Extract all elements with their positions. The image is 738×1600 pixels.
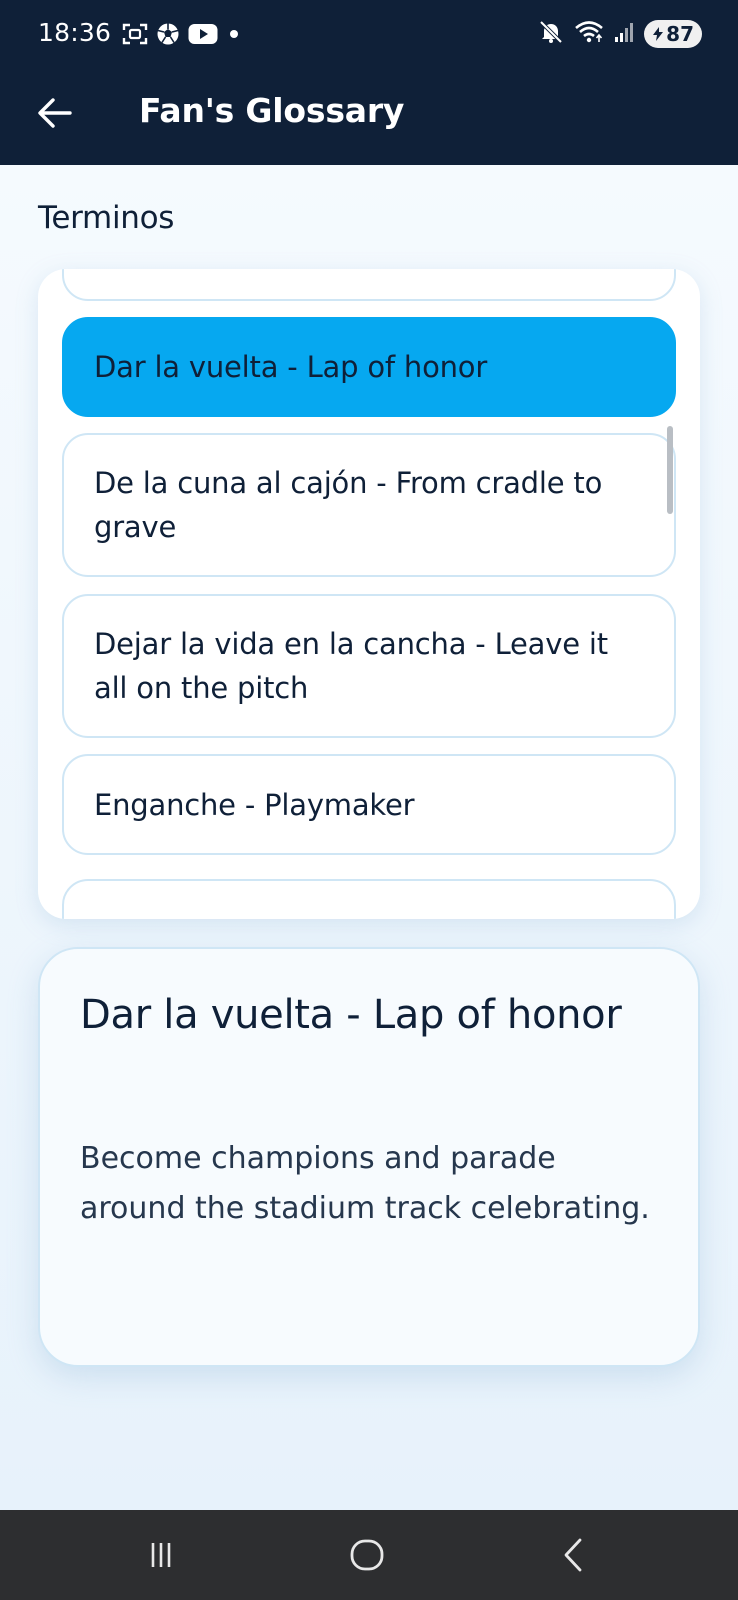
- term-label: Dar la vuelta - Lap of honor: [94, 350, 488, 384]
- page-title: Fan's Glossary: [139, 91, 405, 130]
- detail-title: Dar la vuelta - Lap of honor: [80, 992, 622, 1038]
- status-icons-left: [122, 21, 242, 51]
- term-item[interactable]: Enganche - Playmaker: [62, 754, 676, 855]
- status-time: 18:36: [38, 18, 112, 47]
- recents-button[interactable]: [131, 1525, 191, 1585]
- section-title: Terminos: [38, 200, 175, 236]
- term-label: Enganche - Playmaker: [94, 787, 415, 822]
- main-content: Terminos Dar la vuelta - Lap of honor De…: [0, 165, 738, 1510]
- term-item-partial-bottom[interactable]: [62, 879, 676, 919]
- term-item-selected[interactable]: Dar la vuelta - Lap of honor: [62, 317, 676, 417]
- arrow-left-icon: [38, 98, 72, 128]
- wifi-icon: [574, 20, 604, 48]
- back-icon: [564, 1538, 582, 1572]
- term-item-partial-top[interactable]: [62, 269, 676, 301]
- notification-dot-icon: [226, 26, 242, 46]
- app-bar: Fan's Glossary: [0, 78, 738, 148]
- term-item[interactable]: Dejar la vida en la cancha - Leave it al…: [62, 594, 676, 738]
- battery-icon: 87: [644, 20, 702, 48]
- recents-icon: [151, 1543, 171, 1567]
- term-detail-card: Dar la vuelta - Lap of honor Become cham…: [38, 947, 700, 1367]
- signal-icon: [614, 21, 634, 47]
- soccer-ball-icon: [156, 22, 180, 50]
- terms-list[interactable]: Dar la vuelta - Lap of honor De la cuna …: [38, 269, 700, 919]
- status-bar: 18:36 87: [0, 0, 738, 70]
- status-icons-right: 87: [538, 19, 702, 49]
- term-label: Dejar la vida en la cancha - Leave it al…: [94, 627, 608, 705]
- term-label: De la cuna al cajón - From cradle to gra…: [94, 466, 603, 544]
- home-icon: [350, 1539, 384, 1571]
- home-button[interactable]: [337, 1525, 397, 1585]
- mute-icon: [538, 19, 564, 49]
- system-back-button[interactable]: [544, 1525, 604, 1585]
- navigation-bar: [0, 1510, 738, 1600]
- term-item[interactable]: De la cuna al cajón - From cradle to gra…: [62, 433, 676, 577]
- header: 18:36 87 Fan's Glossary: [0, 0, 738, 165]
- detail-description: Become champions and parade around the s…: [80, 1141, 650, 1226]
- screenshot-icon: [122, 22, 148, 50]
- youtube-icon: [188, 23, 218, 49]
- scrollbar[interactable]: [667, 426, 673, 514]
- back-button[interactable]: [30, 88, 80, 138]
- battery-level: 87: [666, 22, 694, 46]
